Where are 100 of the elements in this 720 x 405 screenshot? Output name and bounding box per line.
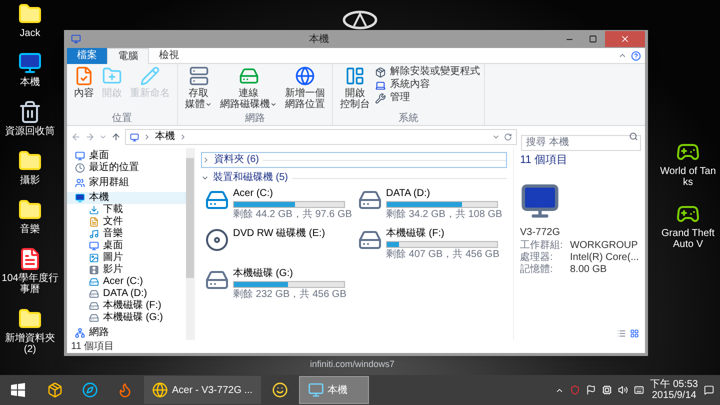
window-title: 本機 [308, 32, 330, 46]
scrollbar[interactable] [186, 148, 194, 340]
ribbon-tab[interactable]: 檔案 [67, 48, 107, 64]
desktop-shortcut[interactable]: 新增資料夾 (2) [0, 307, 60, 355]
address-bar[interactable]: 本機 [125, 129, 517, 145]
ribbon-tab[interactable]: 電腦 [107, 48, 149, 64]
desktop-shortcut[interactable]: 攝影 [0, 149, 60, 186]
drive-tile[interactable]: DATA (D:) 剩餘 34.2 GB，共 108 GB [358, 188, 508, 220]
ribbon-button[interactable]: 新增一個 網路位置 [282, 66, 328, 110]
trash-icon [18, 100, 42, 124]
close-button[interactable] [605, 31, 645, 47]
details-view-icon[interactable] [617, 329, 626, 338]
ribbon-button[interactable]: 管理 [375, 92, 480, 104]
up-icon[interactable] [111, 132, 121, 142]
windows-drive-icon [205, 188, 229, 212]
caret-icon [270, 101, 277, 108]
group-header[interactable]: 裝置和磁碟機 (5) [201, 171, 507, 185]
logo-drawing [342, 10, 378, 30]
document-check-icon [74, 66, 94, 86]
ribbon-button[interactable]: 開啟 控制台 [337, 66, 373, 110]
desktop-shortcut[interactable]: World of Tanks [658, 140, 718, 188]
ribbon-button[interactable]: 解除安裝或變更程式 [375, 66, 480, 78]
collapse-icon[interactable] [618, 51, 627, 60]
forward-icon[interactable] [85, 132, 95, 142]
server-icon [188, 66, 208, 86]
chevron-icon [143, 133, 151, 141]
drive-space: 剩餘 407 GB，共 456 GB [386, 249, 500, 260]
shield-icon[interactable] [570, 385, 580, 395]
clock-date[interactable]: 2015/9/14 [652, 390, 696, 401]
ribbon-tab[interactable]: 檢視 [149, 48, 189, 64]
help-icon[interactable] [631, 50, 641, 60]
ribbon-button[interactable]: 內容 [71, 66, 97, 99]
detail-value: Intel(R) Core(... [570, 252, 639, 264]
nav-item[interactable]: 文件 [67, 216, 186, 228]
users-icon [75, 178, 85, 188]
shortcut-label: 104學年度行事曆 [1, 273, 59, 295]
clock-time[interactable]: 下午 05:53 [650, 379, 698, 390]
ribbon-button[interactable]: 系統內容 [375, 79, 480, 91]
desktop-shortcut[interactable]: 本機 [0, 51, 60, 88]
shortcut-label: 新增資料夾 (2) [4, 333, 56, 355]
drive-tile[interactable]: 本機磁碟 (F:) 剩餘 407 GB，共 456 GB [358, 228, 508, 260]
panel-icon [345, 66, 365, 86]
nav-item[interactable]: 網路 [67, 327, 186, 339]
taskbar-button[interactable]: 本機 [298, 376, 369, 404]
desktop-shortcut[interactable]: 音樂 [0, 198, 60, 235]
monitor-icon [18, 51, 42, 75]
drive-icon [358, 228, 382, 252]
drive-icon [238, 66, 258, 86]
tiles-view-icon[interactable] [630, 329, 639, 338]
group-header[interactable]: 資料夾 (6) [201, 152, 507, 168]
caret-icon[interactable] [99, 133, 107, 141]
nav-item[interactable]: Acer (C:) [67, 276, 186, 288]
shortcut-label: 資源回收筒 [4, 126, 56, 137]
drive-tile[interactable]: DVD RW 磁碟機 (E:) [205, 228, 355, 260]
volume-icon[interactable] [618, 385, 628, 395]
shortcut-label: Grand Theft Auto V [660, 228, 716, 250]
nav-item[interactable]: 桌面 [67, 150, 186, 162]
back-icon[interactable] [71, 132, 81, 142]
nav-item[interactable]: 本機磁碟 (F:) [67, 300, 186, 312]
nav-item[interactable]: 音樂 [67, 228, 186, 240]
drive-tile[interactable]: 本機磁碟 (G:) 剩餘 232 GB，共 456 GB [205, 268, 355, 300]
nav-item[interactable]: 最近的位置 [67, 162, 186, 174]
keyboard-icon[interactable] [634, 385, 644, 395]
desktop-shortcut[interactable]: 104學年度行事曆 [0, 247, 60, 295]
nav-item[interactable]: 本機 [67, 192, 186, 204]
drive-icon [89, 277, 99, 287]
nav-item[interactable]: 家用群組 [67, 177, 186, 189]
notification-icon[interactable] [704, 385, 714, 395]
globe-icon [152, 382, 168, 398]
drive-icon [89, 289, 99, 299]
desktop-shortcut[interactable]: Grand Theft Auto V [658, 202, 718, 250]
shortcut-label: 本機 [19, 77, 41, 88]
group-label: 位置 [111, 113, 133, 125]
chip-icon[interactable] [602, 385, 612, 395]
nav-item[interactable]: 影片 [67, 264, 186, 276]
shortcut-label: World of Tanks [659, 166, 717, 188]
computer-name: V3-772G [520, 226, 562, 240]
expanded-icon [201, 174, 209, 182]
monitor-icon [89, 241, 99, 251]
ribbon-button[interactable]: 存取 媒體 [182, 66, 215, 110]
search-icon[interactable] [629, 132, 638, 141]
taskbar-button[interactable]: Acer - V3-772G ... [144, 376, 261, 404]
flag-icon[interactable] [586, 385, 596, 395]
nav-item[interactable]: 圖片 [67, 252, 186, 264]
nav-item[interactable]: 桌面 [67, 240, 186, 252]
collapsed-icon [202, 156, 210, 164]
desktop-shortcut[interactable]: Jack [0, 2, 60, 39]
monitor-icon [308, 382, 324, 398]
chevron-icon [179, 133, 187, 141]
ribbon-button[interactable]: 連線 網路磁碟機 [217, 66, 280, 110]
desktop-shortcut[interactable]: 資源回收筒 [0, 100, 60, 137]
globe-icon [295, 66, 315, 86]
nav-item[interactable]: 本機磁碟 (G:) [67, 312, 186, 324]
nav-item[interactable]: 下載 [67, 204, 186, 216]
group-label: 系統 [398, 113, 420, 125]
search-field[interactable]: 搜尋 本機 [521, 134, 641, 150]
nav-item[interactable]: DATA (D:) [67, 288, 186, 300]
drive-tile[interactable]: Acer (C:) 剩餘 44.2 GB，共 97.6 GB [205, 188, 355, 220]
app-icon [47, 382, 63, 398]
maximize-icon [589, 35, 597, 43]
